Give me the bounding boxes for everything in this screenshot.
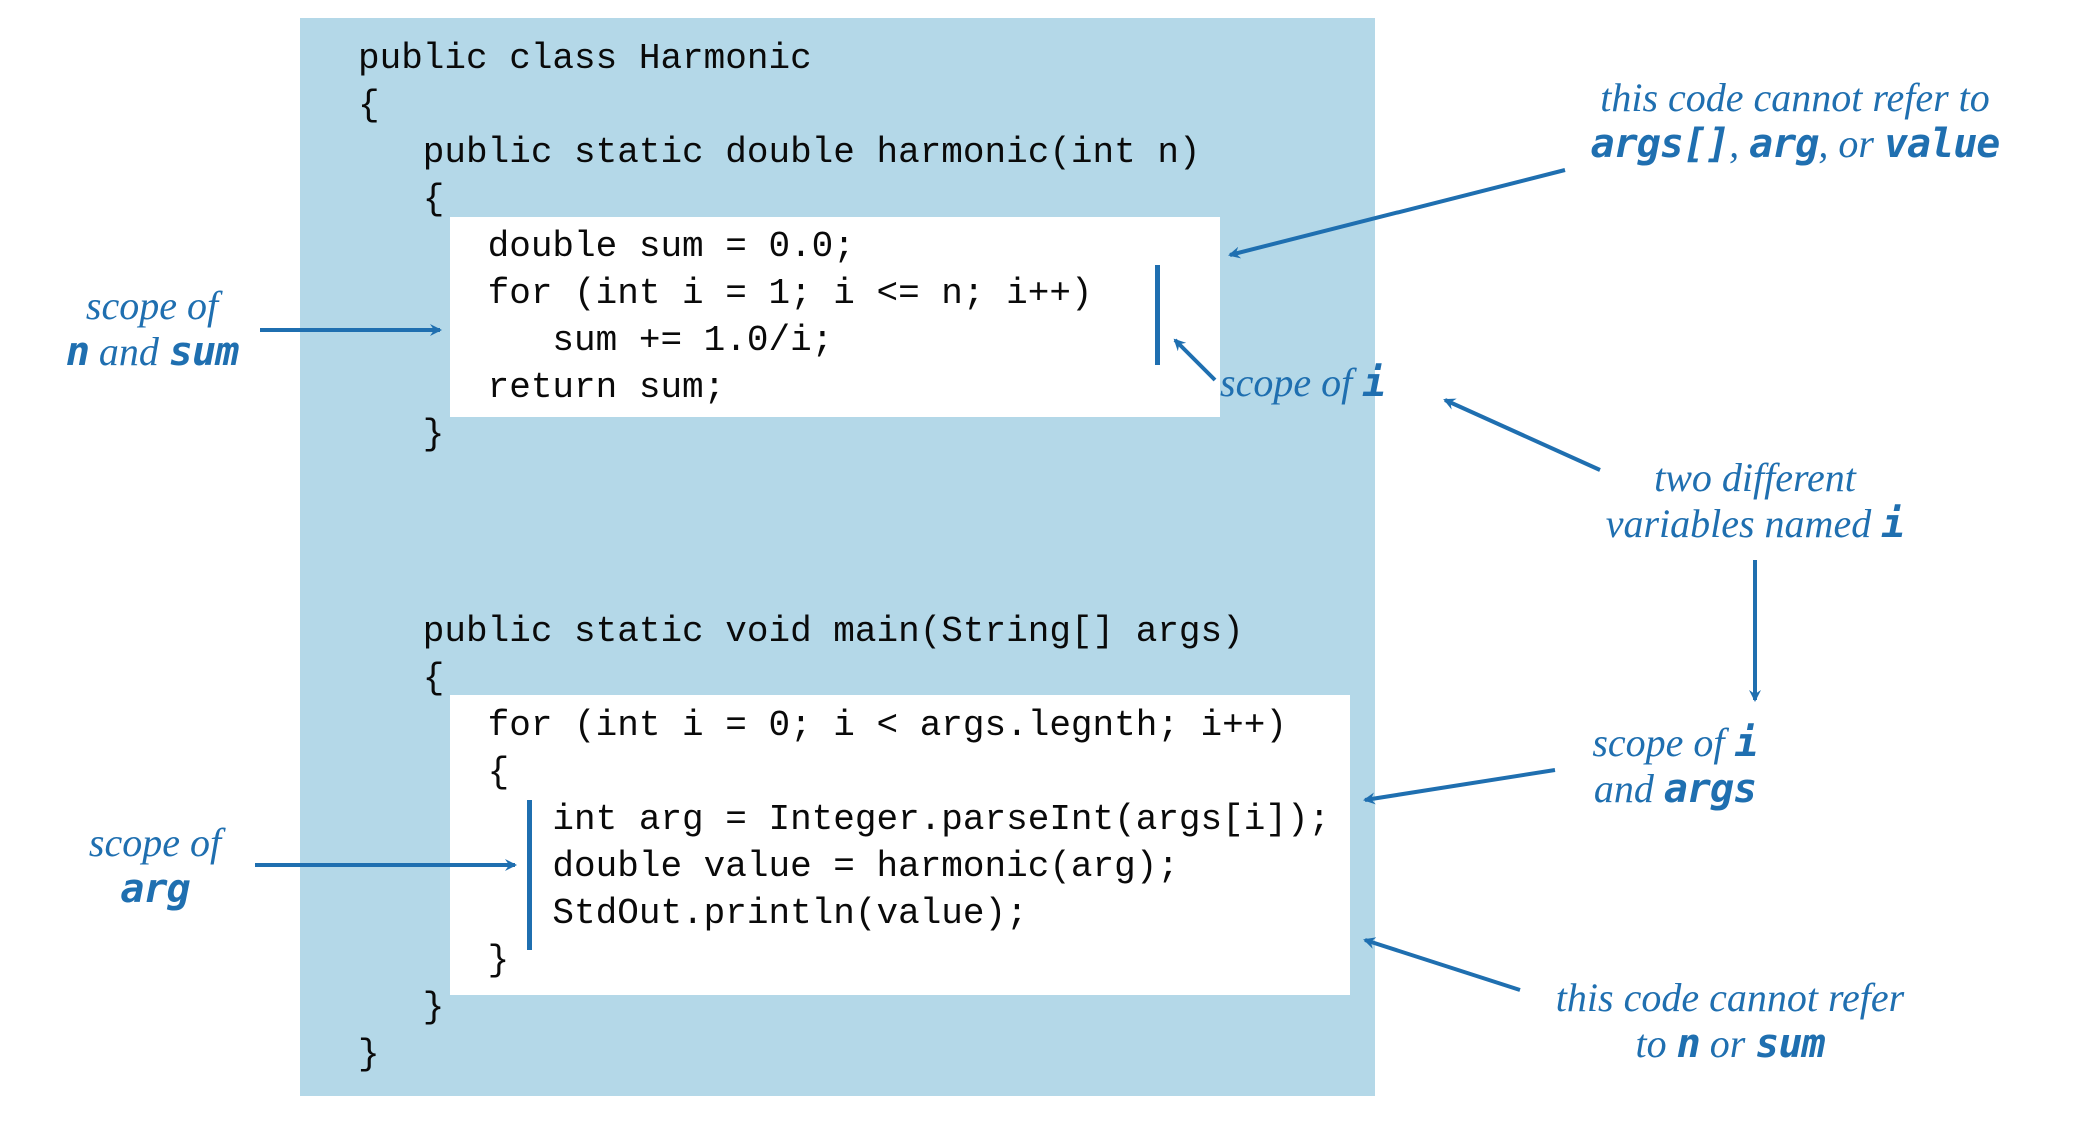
code-line-1: public class Harmonic — [358, 35, 812, 82]
annotation-text: or — [1700, 1021, 1756, 1066]
annotation-scope-n-sum: scope of n and sum — [52, 283, 252, 375]
annotation-code-sum: sum — [169, 329, 238, 375]
code-line-17: } — [358, 937, 509, 984]
annotation-code-n: n — [66, 329, 89, 375]
annotation-code-i: i — [1735, 720, 1758, 766]
scope-bar-i-harmonic — [1155, 265, 1160, 365]
annotation-scope-arg: scope of arg — [60, 820, 250, 912]
annotation-text: two different — [1654, 455, 1856, 500]
code-line-5: double sum = 0.0; — [358, 223, 855, 270]
code-line-2: { — [358, 82, 380, 129]
annotation-cannot-refer-n: this code cannot refer to n or sum — [1505, 975, 1955, 1067]
annotation-text: scope of — [1592, 720, 1734, 765]
annotation-text: , or — [1818, 121, 1884, 166]
annotation-text: , — [1729, 121, 1749, 166]
code-line-14: int arg = Integer.parseInt(args[i]); — [358, 796, 1330, 843]
annotation-text: this code cannot refer — [1556, 975, 1904, 1020]
annotation-text: this code cannot refer to — [1600, 75, 1990, 120]
annotation-text: scope of — [89, 820, 221, 865]
annotation-code-args-array: args[] — [1591, 121, 1730, 167]
annotation-text: to — [1635, 1021, 1676, 1066]
code-line-3: public static double harmonic(int n) — [358, 129, 1201, 176]
annotation-code-arg: arg — [120, 866, 189, 912]
annotation-code-n: n — [1677, 1021, 1700, 1067]
annotation-scope-of-i: scope of i — [1220, 360, 1385, 406]
annotation-code-arg: arg — [1749, 121, 1818, 167]
code-line-12: for (int i = 0; i < args.legnth; i++) — [358, 702, 1287, 749]
annotation-scope-i-args: scope of i and args — [1560, 720, 1790, 812]
annotation-cannot-refer-args: this code cannot refer to args[], arg, o… — [1545, 75, 2045, 167]
code-line-19: } — [358, 1031, 380, 1078]
annotation-two-different-i: two different variables named i — [1575, 455, 1935, 547]
code-line-13: { — [358, 749, 509, 796]
code-line-15: double value = harmonic(arg); — [358, 843, 1179, 890]
annotation-code-i: i — [1881, 501, 1904, 547]
annotation-code-args: args — [1664, 766, 1756, 812]
annotation-text: and — [1594, 766, 1664, 811]
annotation-text: and — [89, 329, 169, 374]
code-line-7: sum += 1.0/i; — [358, 317, 833, 364]
code-line-18: } — [358, 984, 444, 1031]
code-line-4: { — [358, 176, 444, 223]
code-line-8: return sum; — [358, 364, 725, 411]
code-line-9: } — [358, 411, 444, 458]
code-line-10: public static void main(String[] args) — [358, 608, 1244, 655]
annotation-text: scope of — [86, 283, 218, 328]
annotation-text: scope of — [1220, 360, 1362, 405]
code-line-16: StdOut.println(value); — [358, 890, 1028, 937]
annotation-code-value: value — [1884, 121, 1999, 167]
annotation-text: variables named — [1606, 501, 1882, 546]
annotation-code-sum: sum — [1755, 1021, 1824, 1067]
code-line-6: for (int i = 1; i <= n; i++) — [358, 270, 1093, 317]
code-line-11: { — [358, 655, 444, 702]
annotation-code-i: i — [1362, 360, 1385, 406]
